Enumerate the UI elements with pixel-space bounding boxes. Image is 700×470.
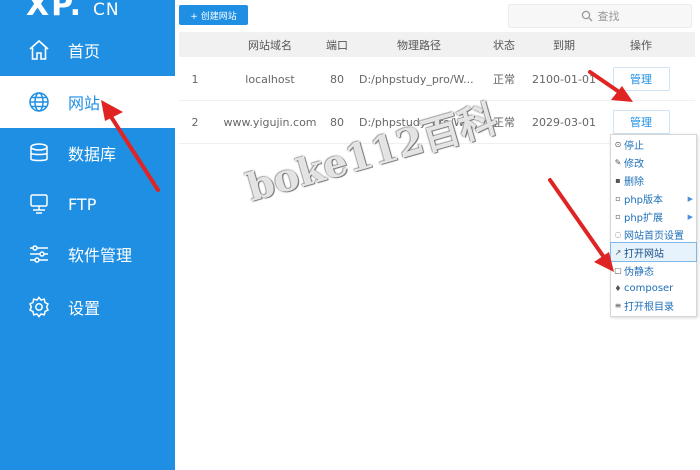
php-ext-icon: ▫: [615, 212, 621, 221]
sidebar-item-label: 设置: [68, 299, 101, 318]
row-port: 80: [330, 115, 344, 129]
search-icon: [581, 10, 592, 22]
sidebar-item-label: FTP: [68, 194, 97, 214]
header-action: 操作: [630, 38, 652, 52]
menu-item-delete[interactable]: ▪ 删除: [611, 172, 696, 190]
folder-icon: ≡: [614, 301, 622, 311]
create-site-button[interactable]: + 创建网站: [179, 5, 248, 25]
menu-item-label: 修改: [624, 159, 644, 171]
row-status: 正常: [493, 116, 515, 129]
header-path: 物理路径: [397, 38, 441, 52]
edit-icon: ✎: [614, 158, 622, 168]
submenu-arrow-icon: ▶: [687, 212, 693, 221]
menu-item-label: composer: [624, 282, 674, 294]
row-number: 2: [191, 115, 199, 129]
open-site-icon: ↗: [614, 247, 622, 257]
sidebar-item-websites[interactable]: 网站: [0, 76, 175, 128]
menu-item-php-extension[interactable]: ▫ php扩展 ▶: [611, 208, 696, 226]
manage-button[interactable]: 管理: [612, 67, 670, 91]
menu-item-label: 伪静态: [624, 266, 654, 278]
row-domain: www.yigujin.com: [223, 115, 317, 129]
menu-item-edit[interactable]: ✎ 修改: [611, 154, 696, 172]
menu-item-label: 打开根目录: [624, 302, 674, 314]
header-expiry: 到期: [553, 38, 575, 52]
sidebar-item-settings[interactable]: 设置: [0, 281, 175, 333]
header-port: 端口: [326, 38, 348, 52]
menu-item-composer[interactable]: ♦ composer: [611, 279, 696, 297]
search-input[interactable]: 查找: [508, 4, 692, 28]
menu-item-open-root[interactable]: ≡ 打开根目录: [611, 297, 696, 315]
trash-icon: ▪: [615, 176, 621, 186]
menu-item-open-site[interactable]: ↗ 打开网站: [610, 242, 697, 263]
menu-item-homepage-setting[interactable]: ◌ 网站首页设置: [611, 225, 696, 243]
rewrite-icon: ▢: [614, 265, 622, 275]
sidebar: XP. CN 首页 网站 数据库 FTP 软件管理 设置: [0, 0, 175, 470]
sidebar-item-software[interactable]: 软件管理: [0, 228, 175, 280]
ftp-icon: [26, 191, 52, 217]
composer-icon: ♦: [614, 283, 622, 293]
row-expiry: 2100-01-01: [532, 72, 596, 86]
menu-item-label: 打开网站: [624, 248, 664, 260]
menu-item-stop[interactable]: ⊙ 停止: [611, 136, 696, 154]
manage-button[interactable]: 管理: [612, 110, 670, 134]
sidebar-item-ftp[interactable]: FTP: [0, 178, 175, 230]
row-number: 1: [191, 72, 199, 86]
row-path: D:/phpstudy_pro/W...: [359, 115, 474, 129]
brand-logo: XP. CN: [26, 0, 120, 23]
row-expiry: 2029-03-01: [532, 115, 596, 129]
menu-item-label: 停止: [624, 141, 644, 153]
submenu-arrow-icon: ▶: [687, 194, 693, 203]
globe-icon: [26, 89, 52, 115]
row-path: D:/phpstudy_pro/W...: [359, 72, 474, 86]
sidebar-item-label: 软件管理: [68, 246, 133, 265]
sliders-icon: [26, 241, 52, 267]
menu-item-rewrite[interactable]: ▢ 伪静态: [611, 261, 696, 279]
menu-item-label: 删除: [624, 177, 644, 189]
search-placeholder: 查找: [597, 10, 620, 23]
gear-icon: [26, 294, 52, 320]
context-menu: ⊙ 停止 ✎ 修改 ▪ 删除 ▫ php版本 ▶ ▫ php扩展 ▶ ◌ 网站首页设置 ↗ 打开网…: [610, 134, 697, 317]
header-status: 状态: [493, 38, 515, 52]
sidebar-item-label: 数据库: [68, 145, 117, 164]
database-icon: [26, 140, 52, 166]
stop-icon: ⊙: [614, 140, 622, 150]
home-icon: [26, 37, 52, 63]
logo-suffix: CN: [93, 0, 120, 20]
row-domain: localhost: [245, 72, 295, 86]
sidebar-item-home[interactable]: 首页: [0, 24, 175, 76]
row-status: 正常: [493, 73, 515, 86]
sidebar-item-label: 首页: [68, 42, 101, 61]
sidebar-item-label: 网站: [68, 94, 101, 113]
menu-item-label: php扩展: [624, 213, 664, 224]
header-domain: 网站域名: [248, 38, 292, 52]
table-row: 1 localhost 80 D:/phpstudy_pro/W... 正常 2…: [179, 58, 695, 101]
menu-item-php-version[interactable]: ▫ php版本 ▶: [611, 190, 696, 208]
sidebar-item-database[interactable]: 数据库: [0, 127, 175, 179]
row-action: 管理: [609, 58, 673, 100]
home-setting-icon: ◌: [614, 229, 622, 239]
php-version-icon: ▫: [615, 194, 621, 204]
table-header: 网站域名 端口 物理路径 状态 到期 操作: [179, 32, 695, 57]
logo-text: XP.: [26, 0, 84, 23]
menu-item-label: php版本: [624, 195, 664, 207]
row-port: 80: [330, 72, 344, 86]
menu-item-label: 网站首页设置: [624, 230, 684, 242]
